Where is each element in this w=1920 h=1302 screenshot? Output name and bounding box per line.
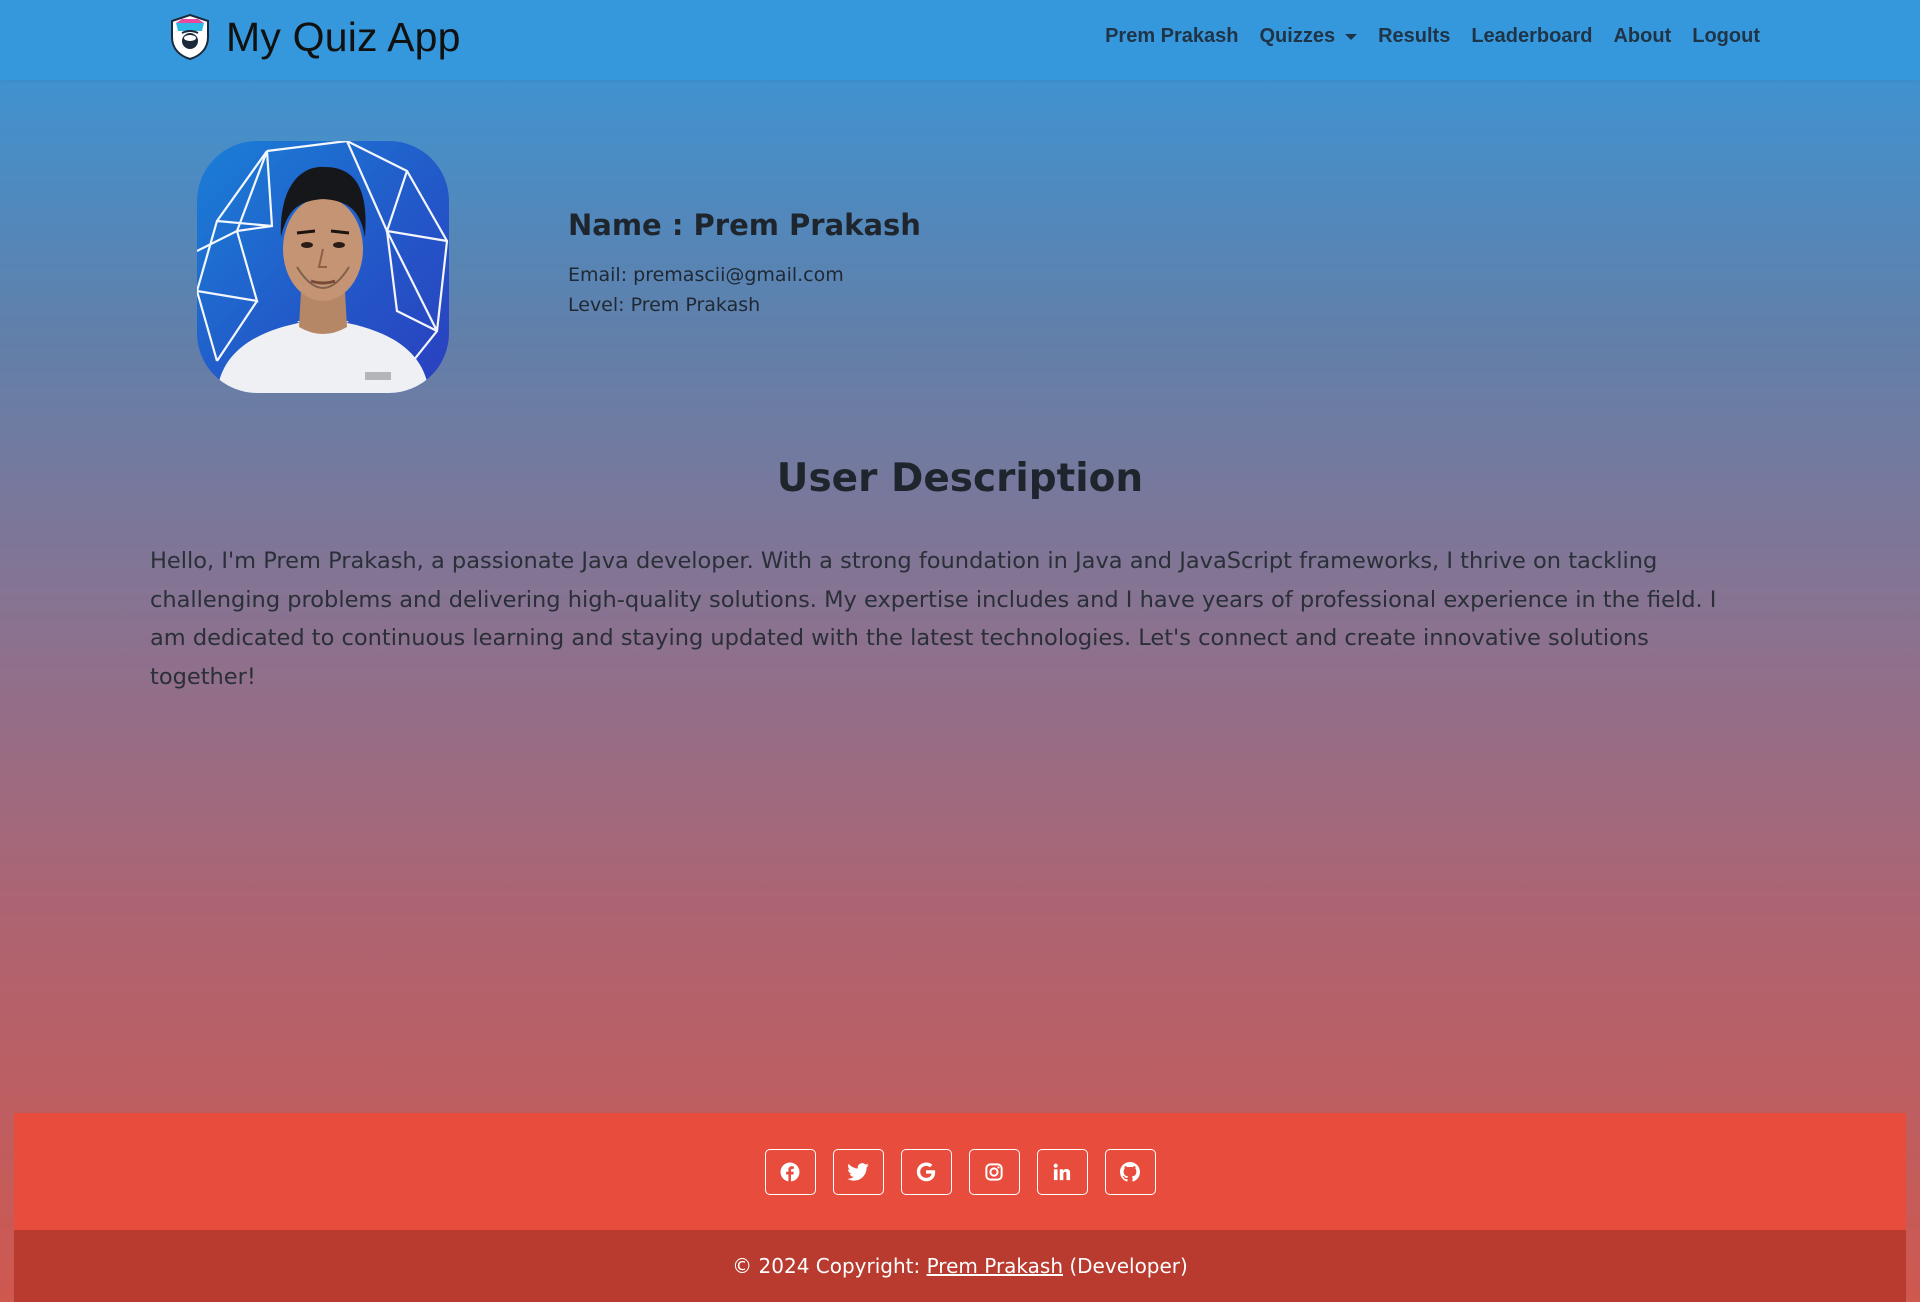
- profile-email: Email: premascii@gmail.com: [568, 264, 844, 286]
- google-button[interactable]: [900, 1149, 952, 1195]
- nav-links: Prem Prakash Quizzes Results Leaderboard…: [1105, 25, 1760, 48]
- copyright-prefix: © 2024 Copyright:: [732, 1254, 927, 1278]
- nav-quizzes-label: Quizzes: [1259, 25, 1336, 47]
- google-icon: [916, 1162, 936, 1182]
- social-buttons: [14, 1149, 1906, 1195]
- navbar: My Quiz App Prem Prakash Quizzes Results…: [0, 0, 1920, 80]
- facebook-button[interactable]: [764, 1149, 816, 1195]
- nav-user-link[interactable]: Prem Prakash: [1105, 25, 1238, 48]
- footer-social-bar: [14, 1113, 1906, 1230]
- facebook-icon: [780, 1162, 800, 1182]
- brand-title: My Quiz App: [226, 13, 461, 60]
- nav-logout-link[interactable]: Logout: [1692, 25, 1760, 48]
- instagram-button[interactable]: [968, 1149, 1020, 1195]
- nav-about-link[interactable]: About: [1613, 25, 1671, 48]
- brand[interactable]: My Quiz App: [168, 12, 461, 62]
- linkedin-icon: [1053, 1163, 1071, 1181]
- github-icon: [1120, 1162, 1140, 1182]
- user-description-text: Hello, I'm Prem Prakash, a passionate Ja…: [150, 548, 1717, 690]
- linkedin-button[interactable]: [1036, 1149, 1088, 1195]
- twitter-button[interactable]: [832, 1149, 884, 1195]
- copyright-developer-link[interactable]: Prem Prakash: [927, 1254, 1063, 1278]
- avatar: [197, 141, 449, 393]
- profile-level: Level: Prem Prakash: [568, 294, 761, 316]
- instagram-icon: [985, 1163, 1003, 1181]
- footer-copyright: © 2024 Copyright: Prem Prakash (Develope…: [14, 1230, 1906, 1302]
- quiz-app-logo-icon: [171, 13, 209, 61]
- nav-leaderboard-link[interactable]: Leaderboard: [1471, 25, 1592, 48]
- github-button[interactable]: [1104, 1149, 1156, 1195]
- nav-quizzes-dropdown[interactable]: Quizzes: [1260, 25, 1358, 48]
- twitter-icon: [847, 1163, 869, 1181]
- copyright-suffix: (Developer): [1063, 1254, 1188, 1278]
- caret-down-icon: [1345, 33, 1358, 40]
- user-description-title: User Description: [776, 456, 1144, 501]
- avatar-portrait-graphic: [197, 141, 449, 393]
- nav-results-link[interactable]: Results: [1378, 25, 1450, 48]
- profile-name: Name : Prem Prakash: [568, 208, 921, 242]
